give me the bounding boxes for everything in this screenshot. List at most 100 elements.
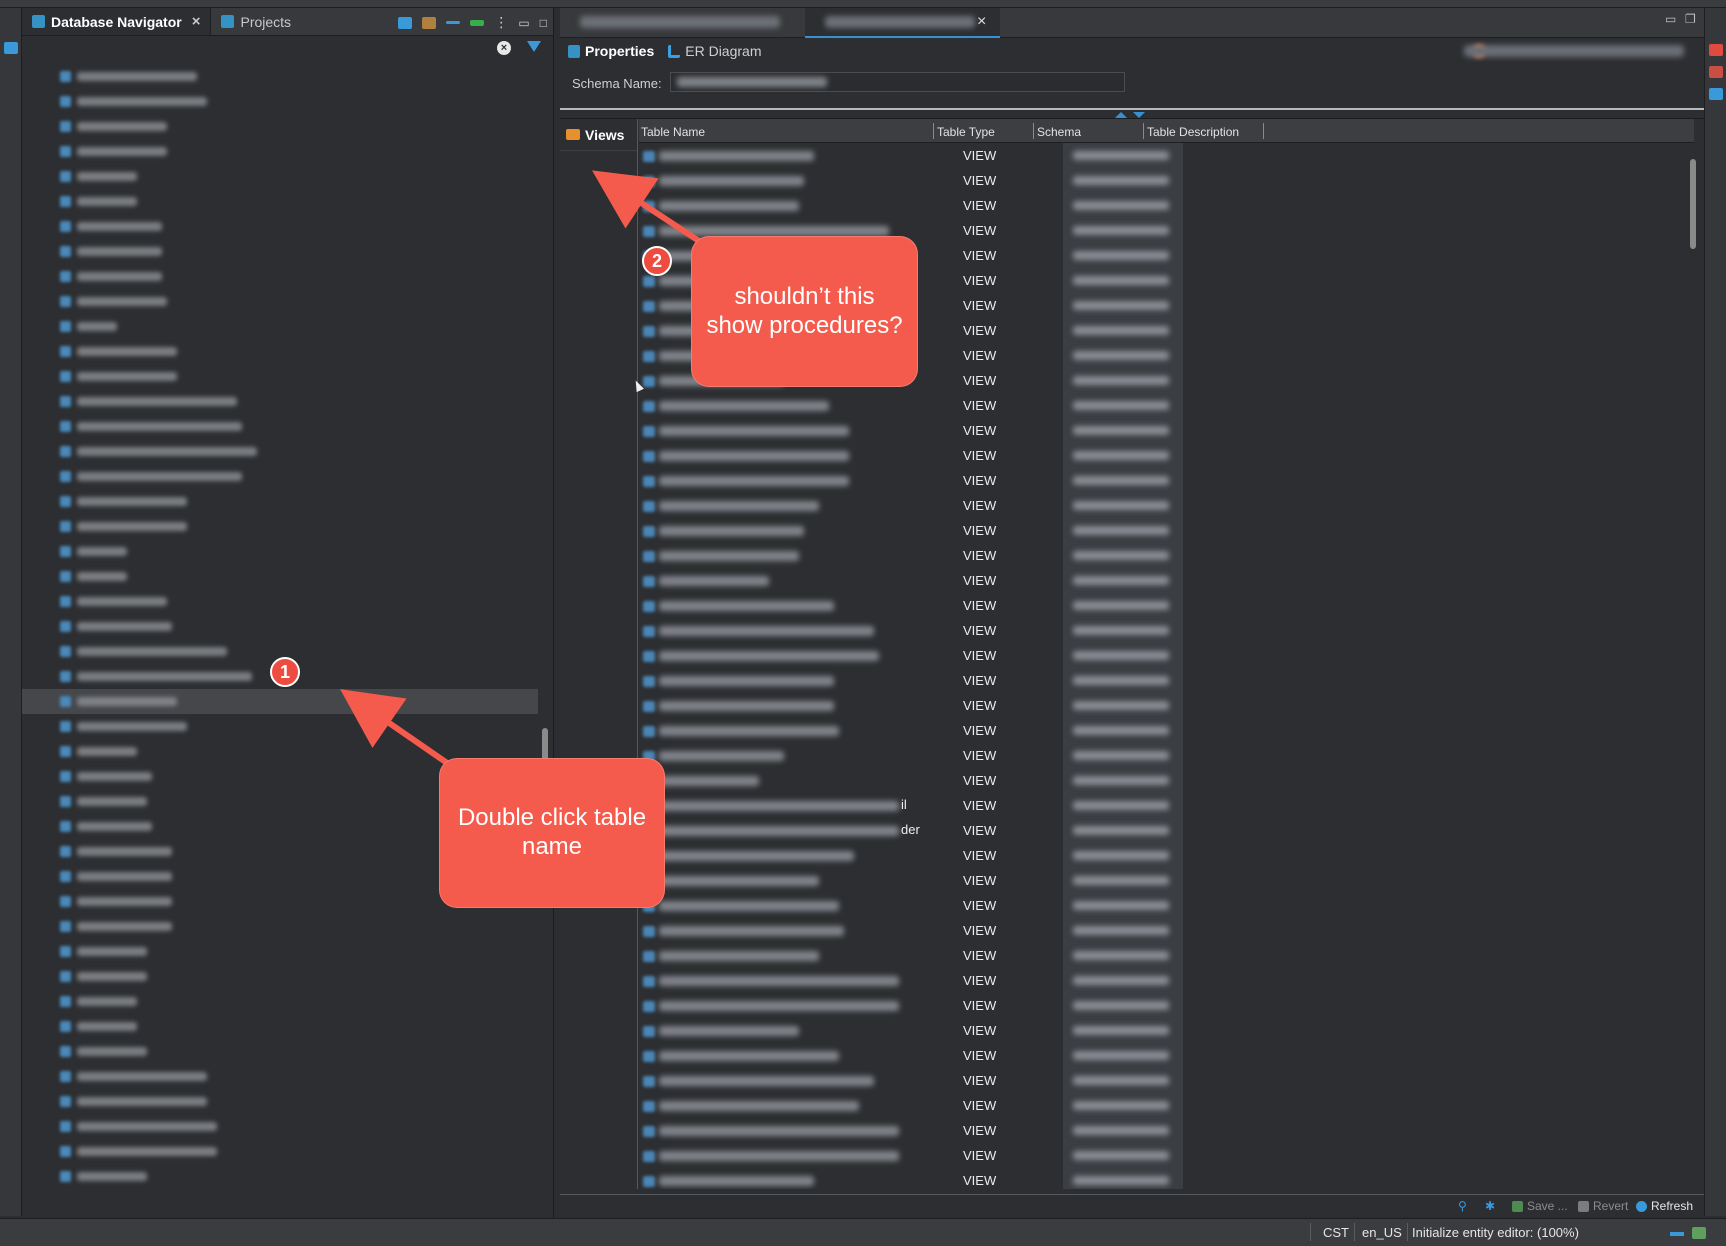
table-row[interactable]: VIEW [639, 693, 1694, 718]
tree-item[interactable] [22, 564, 538, 589]
tree-item[interactable] [22, 1014, 538, 1039]
table-row[interactable]: il VIEW [639, 793, 1694, 818]
new-connection-icon[interactable] [398, 16, 413, 29]
table-row[interactable]: VIEW [639, 668, 1694, 693]
tab-properties[interactable]: Properties [568, 43, 654, 59]
tree-item[interactable] [22, 489, 538, 514]
table-scrollbar[interactable] [1690, 159, 1696, 249]
cell-table-name[interactable] [639, 468, 904, 493]
table-row[interactable]: der VIEW [639, 818, 1694, 843]
table-row[interactable]: VIEW [639, 943, 1694, 968]
column-separator[interactable] [1033, 123, 1034, 139]
tree-item[interactable] [22, 414, 538, 439]
cell-table-name[interactable] [639, 1143, 904, 1168]
cell-table-name[interactable] [639, 543, 904, 568]
table-row[interactable]: VIEW [639, 443, 1694, 468]
table-row[interactable]: VIEW [639, 1068, 1694, 1093]
tree-item[interactable] [22, 114, 538, 139]
table-row[interactable]: VIEW [639, 468, 1694, 493]
column-separator[interactable] [1263, 123, 1264, 139]
connection-selector[interactable] [1464, 45, 1684, 57]
cell-table-name[interactable] [639, 518, 904, 543]
views-item[interactable]: Views [560, 119, 637, 151]
table-row[interactable]: VIEW [639, 918, 1694, 943]
column-separator[interactable] [933, 123, 934, 139]
table-row[interactable]: VIEW [639, 968, 1694, 993]
table-row[interactable]: VIEW [639, 743, 1694, 768]
cell-table-name[interactable] [639, 1068, 904, 1093]
database-tasks-icon[interactable] [1709, 88, 1723, 100]
cell-table-name[interactable] [639, 743, 904, 768]
tree-item[interactable] [22, 339, 538, 364]
search-icon[interactable]: ⚲ [1458, 1199, 1467, 1213]
table-row[interactable]: VIEW [639, 593, 1694, 618]
table-row[interactable]: VIEW [639, 493, 1694, 518]
tree-item[interactable] [22, 714, 538, 739]
column-header-table-name[interactable]: Table Name [641, 125, 705, 139]
cell-table-name[interactable]: il [639, 793, 907, 818]
column-header-schema[interactable]: Schema [1037, 125, 1081, 139]
cell-table-name[interactable] [639, 168, 904, 193]
close-icon[interactable]: × [192, 13, 201, 30]
tree-item[interactable] [22, 1139, 538, 1164]
navigator-scrollbar[interactable] [542, 728, 548, 762]
minimize-icon[interactable]: ▭ [518, 16, 529, 30]
tree-item[interactable] [22, 1164, 538, 1189]
tab-database-navigator[interactable]: Database Navigator × [22, 8, 212, 35]
navigator-trim-icon[interactable] [4, 42, 18, 54]
table-row[interactable]: VIEW [639, 543, 1694, 568]
tree-item[interactable] [22, 914, 538, 939]
view-menu-icon[interactable]: ⋮ [494, 14, 508, 31]
cell-table-name[interactable] [639, 668, 904, 693]
tree-item[interactable] [22, 539, 538, 564]
table-row[interactable]: VIEW [639, 1018, 1694, 1043]
tree-item[interactable] [22, 289, 538, 314]
tree-item[interactable] [22, 1039, 538, 1064]
table-row[interactable]: VIEW [639, 993, 1694, 1018]
tree-item[interactable] [22, 164, 538, 189]
filter-icon[interactable] [527, 41, 541, 52]
cell-table-name[interactable] [639, 868, 904, 893]
editor-tab-previous[interactable] [580, 16, 780, 28]
cell-table-name[interactable] [639, 393, 904, 418]
table-row[interactable]: VIEW [639, 168, 1694, 193]
refresh-button[interactable]: Refresh [1636, 1199, 1693, 1213]
table-row[interactable]: VIEW [639, 518, 1694, 543]
tree-item[interactable] [22, 1064, 538, 1089]
table-row[interactable]: VIEW [639, 568, 1694, 593]
tree-item[interactable] [22, 514, 538, 539]
cell-table-name[interactable] [639, 718, 904, 743]
table-row[interactable]: VIEW [639, 643, 1694, 668]
tree-item[interactable] [22, 89, 538, 114]
tree-item[interactable] [22, 439, 538, 464]
cell-table-name[interactable] [639, 618, 904, 643]
tree-item[interactable] [22, 64, 538, 89]
cell-table-name[interactable] [639, 918, 904, 943]
table-row[interactable]: VIEW [639, 193, 1694, 218]
table-row[interactable]: VIEW [639, 418, 1694, 443]
table-row[interactable]: VIEW [639, 143, 1694, 168]
revert-button[interactable]: Revert [1578, 1199, 1628, 1213]
editor-restore-icon[interactable]: ❐ [1685, 12, 1696, 26]
table-row[interactable]: VIEW [639, 1043, 1694, 1068]
tree-item[interactable] [22, 214, 538, 239]
tree-item[interactable] [22, 264, 538, 289]
column-header-table-description[interactable]: Table Description [1147, 125, 1239, 139]
tab-er-diagram[interactable]: ER Diagram [668, 43, 762, 59]
cell-table-name[interactable] [639, 943, 904, 968]
close-editor-icon[interactable]: × [977, 13, 986, 31]
cell-table-name[interactable] [639, 193, 904, 218]
cell-table-name[interactable] [639, 418, 904, 443]
cell-table-name[interactable] [639, 1168, 904, 1189]
outline-icon[interactable] [1709, 66, 1723, 78]
collapse-all-icon[interactable] [446, 21, 461, 24]
schema-name-field[interactable] [670, 72, 1125, 92]
tab-projects[interactable]: Projects [211, 8, 301, 35]
link-with-editor-icon[interactable] [470, 19, 485, 26]
table-row[interactable]: VIEW [639, 718, 1694, 743]
notifications-icon[interactable] [1692, 1227, 1706, 1239]
cell-table-name[interactable] [639, 843, 904, 868]
cell-table-name[interactable] [639, 893, 904, 918]
table-row[interactable]: VIEW [639, 893, 1694, 918]
maximize-icon[interactable]: □ [540, 16, 547, 30]
